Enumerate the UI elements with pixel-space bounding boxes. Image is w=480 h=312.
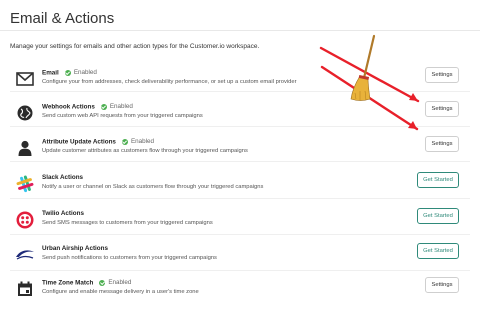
row-divider <box>10 91 470 92</box>
action-name: Twilio Actions <box>42 210 84 217</box>
action-description: Configure and enable message delivery in… <box>42 289 199 295</box>
check-icon <box>100 103 107 110</box>
action-name: Webhook Actions Enabled <box>42 103 133 111</box>
page-title: Email & Actions <box>10 10 115 27</box>
urban-airship-get-started-button[interactable]: Get Started <box>417 243 459 259</box>
twilio-logo-icon <box>15 210 35 230</box>
action-name: Attribute Update Actions Enabled <box>42 138 155 146</box>
status-badge: Enabled <box>100 103 133 110</box>
calendar-icon <box>15 279 35 299</box>
envelope-icon <box>15 69 35 89</box>
email-settings-button[interactable]: Settings <box>425 67 459 83</box>
time-zone-settings-button[interactable]: Settings <box>425 277 459 293</box>
globe-icon <box>15 103 35 123</box>
action-description: Update customer attributes as customers … <box>42 148 248 154</box>
row-divider <box>10 198 470 199</box>
page-description: Manage your settings for emails and othe… <box>10 43 260 50</box>
check-icon <box>99 279 106 286</box>
action-name: Email Enabled <box>42 69 97 77</box>
action-description: Send SMS messages to customers from your… <box>42 220 213 226</box>
status-badge: Enabled <box>121 138 154 145</box>
urban-airship-logo-icon <box>15 245 35 265</box>
check-icon <box>64 69 71 76</box>
action-row-email: Email Enabled Configure your from address… <box>0 64 480 98</box>
action-name: Time Zone Match Enabled <box>42 279 132 287</box>
row-divider <box>10 270 470 271</box>
action-description: Notify a user or channel on Slack as cus… <box>42 184 264 190</box>
status-badge: Enabled <box>64 69 97 76</box>
status-badge: Enabled <box>99 279 131 286</box>
twilio-get-started-button[interactable]: Get Started <box>417 208 459 224</box>
slack-get-started-button[interactable]: Get Started <box>417 172 459 188</box>
action-row-urban-airship: Urban Airship Actions Send push notifica… <box>0 240 480 274</box>
row-divider <box>10 161 470 162</box>
slack-logo-icon <box>15 174 35 194</box>
webhook-settings-button[interactable]: Settings <box>425 101 459 117</box>
row-divider <box>10 234 470 235</box>
action-name: Slack Actions <box>42 174 84 181</box>
attribute-update-settings-button[interactable]: Settings <box>425 136 459 152</box>
action-description: Configure your from addresses, check del… <box>42 79 297 85</box>
person-icon <box>15 138 35 158</box>
title-divider <box>0 30 480 31</box>
action-name: Urban Airship Actions <box>42 245 109 252</box>
action-description: Send custom web API requests from your t… <box>42 113 203 119</box>
check-icon <box>121 138 128 145</box>
action-row-time-zone-match: Time Zone Match Enabled Configure and ena… <box>0 274 480 308</box>
row-divider <box>10 126 470 127</box>
action-description: Send push notifications to customers fro… <box>42 255 217 261</box>
